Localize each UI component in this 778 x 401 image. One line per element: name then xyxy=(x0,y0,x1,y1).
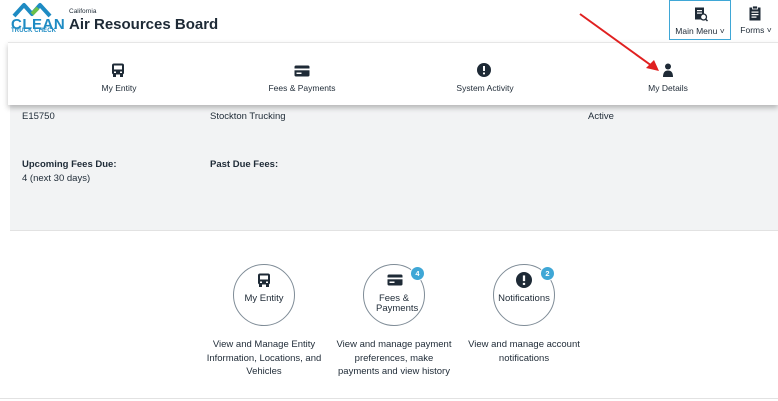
past-due-fees-label: Past Due Fees: xyxy=(210,159,279,170)
document-search-icon xyxy=(695,7,708,22)
card-my-entity[interactable]: My Entity View and Manage Entity Informa… xyxy=(203,264,325,384)
org-title: Air Resources Board xyxy=(69,16,219,33)
menu-item-system-activity[interactable]: System Activity xyxy=(410,43,560,105)
fees-count-badge: 4 xyxy=(410,266,425,281)
forms-label: Forms xyxy=(740,25,765,35)
alert-circle-icon xyxy=(516,272,532,288)
upcoming-fees-label: Upcoming Fees Due: xyxy=(22,159,117,170)
alert-circle-icon xyxy=(477,63,491,77)
menu-item-label: System Activity xyxy=(456,83,514,93)
card-title: Fees & Payments xyxy=(376,293,419,314)
entity-summary-panel: E15750 Stockton Trucking Active Upcoming… xyxy=(10,96,778,231)
menu-item-my-entity[interactable]: My Entity xyxy=(44,43,194,105)
menu-item-label: My Details xyxy=(648,83,688,93)
card-fees-payments[interactable]: Fees & Payments 4 View and manage paymen… xyxy=(333,264,455,384)
card-title: Notifications xyxy=(498,293,550,304)
truck-icon xyxy=(112,63,124,77)
card-notifications[interactable]: Notifications 2 View and manage account … xyxy=(463,264,585,384)
entity-status: Active xyxy=(588,111,614,122)
truck-icon xyxy=(258,273,270,287)
main-menu-button[interactable]: Main Menu ˅ xyxy=(669,0,731,40)
org-supertitle: California xyxy=(69,8,97,15)
footer-divider xyxy=(0,398,778,399)
annotation-arrow-icon xyxy=(579,13,659,71)
credit-card-icon xyxy=(387,274,403,286)
card-description: View and manage account notifications xyxy=(468,339,580,364)
entity-id: E15750 xyxy=(22,111,55,122)
chevron-down-icon: ˅ xyxy=(717,26,725,36)
card-description: View and Manage Entity Information, Loca… xyxy=(206,339,322,377)
main-menu-label: Main Menu xyxy=(675,26,718,36)
logo-subtitle: TRUCK CHECK xyxy=(11,28,57,34)
card-title: My Entity xyxy=(244,293,284,304)
menu-item-fees-payments[interactable]: Fees & Payments xyxy=(227,43,377,105)
menu-item-label: Fees & Payments xyxy=(268,83,336,93)
credit-card-icon xyxy=(294,65,310,77)
entity-name: Stockton Trucking xyxy=(210,111,286,122)
chevron-down-icon: ˅ xyxy=(764,25,772,35)
notifications-count-badge: 2 xyxy=(540,266,555,281)
my-entity-circle-button[interactable]: My Entity xyxy=(233,264,295,326)
clipboard-icon xyxy=(749,6,761,21)
menu-item-label: My Entity xyxy=(101,83,137,93)
forms-button[interactable]: Forms ˅ xyxy=(736,0,776,40)
card-description: View and manage payment preferences, mak… xyxy=(336,339,452,377)
upcoming-fees-value: 4 (next 30 days) xyxy=(22,173,91,184)
